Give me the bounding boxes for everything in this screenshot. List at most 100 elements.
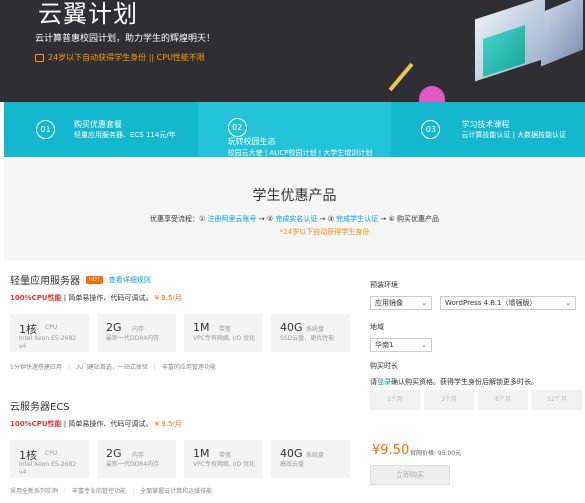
env-select[interactable]: 应用镜像 ⌄ — [370, 296, 432, 310]
chevron-down-icon: ⌄ — [421, 341, 427, 349]
tagline-text: | 简单易操作、代码可调试。 — [61, 294, 153, 302]
buy-now-button[interactable]: 立即购买 — [370, 465, 450, 485]
spec-desc: Intel Xeon E5-2682 v4 — [19, 461, 77, 476]
notice-prefix: 请 — [370, 378, 377, 386]
spec-value: 40G — [280, 447, 303, 460]
image-select[interactable]: WordPress 4.8.1（增强版） ⌄ — [440, 296, 576, 310]
spec-value: 40G — [280, 321, 303, 334]
promo-title: 学生优惠产品 — [252, 188, 337, 204]
spec-desc: 高效云盘 — [280, 461, 305, 468]
product-tagline: 100%CPU性能 | 简单易操作、代码可调试。 ¥ 9.5/月 — [10, 419, 353, 429]
image-select-value: WordPress 4.8.1（增强版） — [445, 299, 537, 307]
duration-option[interactable]: 1个月 — [370, 390, 420, 410]
register-link[interactable]: 注册阿里云账号 — [208, 215, 257, 223]
hero-subtitle: 云计算普惠校园计划，助力学生的辉煌明天！ — [35, 34, 216, 44]
product-card-ecs: 云服务器ECS 100%CPU性能 | 简单易操作、代码可调试。 ¥ 9.5/月… — [10, 398, 353, 498]
purchase-config-panel: 预装环境 应用镜像 ⌄ WordPress 4.8.1（增强版） ⌄ 地域 华南… — [360, 272, 585, 503]
notice-suffix: 确认购买资格。获得学生身份后解锁更多时长。 — [391, 378, 538, 386]
spec-unit: CPU — [45, 450, 58, 457]
detail-rules-link[interactable]: 查看详细规则 — [109, 275, 151, 285]
spec-desc: SSD云盘，更优性能 — [280, 335, 335, 342]
feature-item: 丰富专业的管控功能 — [64, 486, 126, 495]
student-auth-link[interactable]: 完成学生认证 — [336, 215, 378, 223]
hero-title: 云翼计划 — [38, 0, 138, 28]
eligibility-notice: 请登录确认购买资格。获得学生身份后解锁更多时长。 — [370, 377, 538, 387]
duration-option[interactable]: 12个月 — [532, 390, 582, 410]
spec-desc: Intel Xeon E5-2682 v4 — [19, 335, 77, 350]
step-2[interactable]: 02 玩转校园生态 校园云大使 | AUCP校园计划 | 大学生增训计划 — [197, 102, 392, 157]
spec-value: 2G — [106, 321, 122, 334]
realname-link[interactable]: 完成实名认证 — [275, 215, 317, 223]
duration-label: 购买时长 — [370, 362, 398, 370]
chevron-down-icon: ⌄ — [565, 299, 571, 307]
step-number: 01 — [36, 120, 55, 139]
spec-desc: VPC专有网络, I/O 优化 — [193, 335, 256, 342]
product-tagline: 100%CPU性能 | 简单易操作、代码可调试。 ¥ 9.5/月 — [10, 293, 353, 303]
step-desc: 云计算技能认证 | 大数据技能认证 — [461, 131, 567, 139]
spec-unit: 内存 — [132, 452, 145, 459]
gift-icon — [35, 53, 44, 62]
login-link[interactable]: 登录 — [377, 378, 391, 386]
spec-cpu: 1核 CPU Intel Xeon E5-2682 v4 — [10, 440, 89, 478]
spec-row: 1核 CPU Intel Xeon E5-2682 v4 2G 内存 最新一代D… — [10, 440, 353, 478]
duration-option[interactable]: 6个月 — [478, 390, 528, 410]
duration-option[interactable]: 3个月 — [424, 390, 474, 410]
hero-note-text: 24岁以下自动获得学生身份 || CPU性能不限 — [48, 53, 205, 62]
spec-desc: 最新一代DDR4内存 — [106, 335, 160, 342]
feature-item: 全面掌握云计算和运维技能 — [132, 486, 212, 495]
product-name: 轻量应用服务器 — [10, 276, 80, 287]
steps-band: 01 购买优惠套餐 轻量应用服务器、ECS 114元/年 02 玩转校园生态 校… — [4, 102, 585, 157]
flow-arrow: → ③ — [317, 215, 337, 223]
step-title: 学习技术课程 — [461, 120, 510, 129]
feature-list: 1分钟快速搭建应用 入门建站首选，一站式体验 丰富的应用管理功能 — [10, 362, 353, 371]
total-price: ¥9.50 — [372, 443, 410, 458]
feature-item: 1分钟快速搭建应用 — [10, 364, 62, 371]
decorative-ball — [419, 86, 445, 102]
spec-disk: 40G 系统盘 高效云盘 — [271, 440, 350, 478]
cpu-highlight: 100%CPU性能 — [10, 294, 62, 302]
hero-note: 24岁以下自动获得学生身份 || CPU性能不限 — [35, 52, 205, 63]
step-1[interactable]: 01 购买优惠套餐 轻量应用服务器、ECS 114元/年 — [4, 102, 198, 157]
spec-value: 1M — [193, 447, 210, 460]
flow-tail: → ④ 购买优惠产品 — [378, 215, 439, 223]
spec-value: 2G — [106, 447, 122, 460]
step-title: 购买优惠套餐 — [74, 120, 122, 129]
step-title: 玩转校园生态 — [227, 137, 276, 146]
product-card-lightweight: 轻量应用服务器 HOT 查看详细规则 100%CPU性能 | 简单易操作、代码可… — [10, 272, 353, 392]
spec-desc: 最新一代DDR4内存 — [106, 461, 160, 468]
flow-prefix: 优惠享受流程：① — [150, 215, 208, 223]
spec-unit: 系统盘 — [306, 452, 325, 459]
cpu-highlight: 100%CPU性能 — [10, 420, 62, 428]
decorative-cube — [541, 0, 583, 67]
spec-unit: CPU — [45, 324, 58, 331]
promo-flow: 优惠享受流程：① 注册阿里云账号 → ② 完成实名认证 → ③ 完成学生认证 →… — [4, 214, 585, 224]
spec-bandwidth: 1M 带宽 VPC专有网络, I/O 优化 — [184, 314, 263, 352]
feature-item: 采用全新系列实例 — [10, 488, 59, 495]
product-header: 轻量应用服务器 HOT 查看详细规则 — [10, 272, 353, 287]
env-label: 预装环境 — [370, 281, 398, 289]
original-price: 官网价格: 95.00元 — [410, 450, 462, 457]
spec-value: 1M — [193, 321, 210, 334]
product-price: ¥ 9.5/月 — [154, 420, 182, 428]
spec-desc: VPC专有网络, I/O 优化 — [193, 461, 256, 468]
step-number: 02 — [227, 118, 247, 137]
feature-item: 入门建站首选，一站式体验 — [68, 362, 148, 371]
step-3[interactable]: 03 学习技术课程 云计算技能认证 | 大数据技能认证 — [391, 102, 585, 157]
spec-memory: 2G 内存 最新一代DDR4内存 — [97, 440, 176, 478]
tagline-text: | 简单易操作、代码可调试。 — [61, 420, 153, 428]
step-number: 03 — [421, 120, 441, 139]
promo-note: *24岁以下自动获得学生身份 — [279, 228, 370, 236]
chevron-down-icon: ⌄ — [421, 299, 427, 307]
spec-unit: 带宽 — [219, 326, 232, 333]
spec-row: 1核 CPU Intel Xeon E5-2682 v4 2G 内存 最新一代D… — [10, 314, 353, 352]
flow-arrow: → ② — [256, 215, 276, 223]
spec-disk: 40G 系统盘 SSD云盘，更优性能 — [271, 314, 350, 352]
product-header: 云服务器ECS — [10, 398, 353, 413]
spec-unit: 系统盘 — [306, 326, 325, 333]
spec-unit: 内存 — [132, 326, 145, 333]
env-select-value: 应用镜像 — [375, 299, 403, 307]
feature-item: 丰富的应用管理功能 — [154, 362, 216, 371]
region-select[interactable]: 华南1 ⌄ — [370, 338, 432, 352]
hero-banner: 云翼计划 云计算普惠校园计划，助力学生的辉煌明天！ 24岁以下自动获得学生身份 … — [0, 0, 585, 102]
step-desc: 轻量应用服务器、ECS 114元/年 — [74, 131, 176, 139]
